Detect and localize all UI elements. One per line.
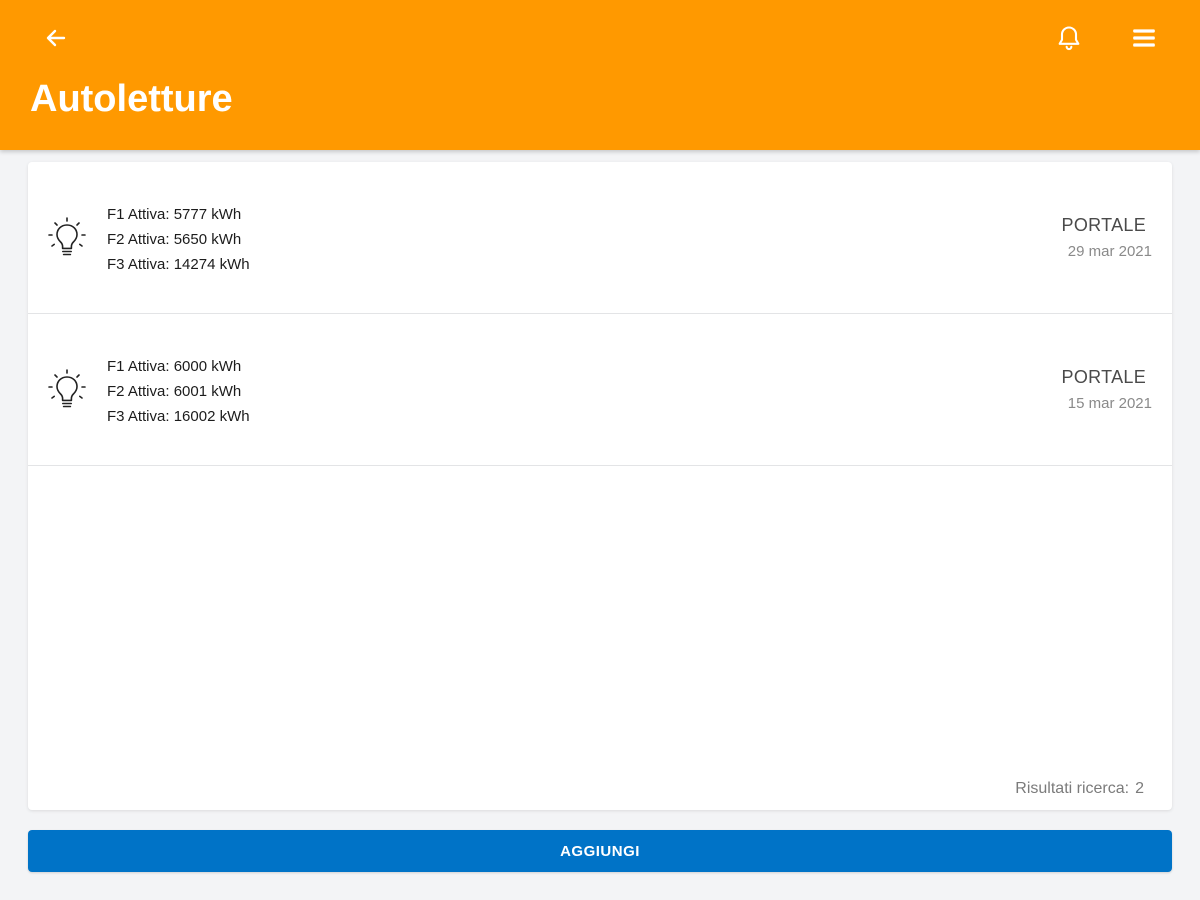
- reading-list-item[interactable]: F1 Attiva: 5777 kWh F2 Attiva: 5650 kWh …: [28, 162, 1172, 314]
- bell-icon: [1058, 26, 1080, 51]
- reading-source: PORTALE: [1061, 215, 1146, 235]
- reading-values: F1 Attiva: 6000 kWh F2 Attiva: 6001 kWh …: [107, 354, 250, 429]
- lightbulb-icon: [48, 217, 86, 256]
- reading-f3-value: F3 Attiva: 16002 kWh: [107, 408, 250, 425]
- reading-values: F1 Attiva: 5777 kWh F2 Attiva: 5650 kWh …: [107, 202, 250, 277]
- menu-button[interactable]: [1122, 16, 1166, 60]
- reading-list-item[interactable]: F1 Attiva: 6000 kWh F2 Attiva: 6001 kWh …: [28, 314, 1172, 466]
- back-button[interactable]: [34, 16, 78, 60]
- search-results-count: Risultati ricerca: 2: [1015, 780, 1144, 798]
- add-button[interactable]: AGGIUNGI: [28, 830, 1172, 872]
- readings-card: F1 Attiva: 5777 kWh F2 Attiva: 5650 kWh …: [28, 162, 1172, 810]
- reading-f2-value: F2 Attiva: 6001 kWh: [107, 383, 242, 400]
- reading-date: 15 mar 2021: [1067, 395, 1152, 412]
- reading-f2-value: F2 Attiva: 5650 kWh: [107, 231, 242, 248]
- reading-f1-value: F1 Attiva: 5777 kWh: [107, 206, 242, 223]
- page-title: Autoletture: [30, 78, 233, 120]
- arrow-left-icon: [46, 29, 66, 47]
- results-count: 2: [1135, 780, 1144, 797]
- results-label: Risultati ricerca:: [1015, 780, 1130, 797]
- hamburger-menu-icon: [1133, 29, 1155, 47]
- app-header: Autoletture: [0, 0, 1200, 150]
- lightbulb-icon: [48, 369, 86, 408]
- reading-date: 29 mar 2021: [1067, 243, 1152, 260]
- reading-f1-value: F1 Attiva: 6000 kWh: [107, 358, 242, 375]
- reading-f3-value: F3 Attiva: 14274 kWh: [107, 256, 250, 273]
- reading-source: PORTALE: [1061, 367, 1146, 387]
- notifications-button[interactable]: [1047, 16, 1091, 60]
